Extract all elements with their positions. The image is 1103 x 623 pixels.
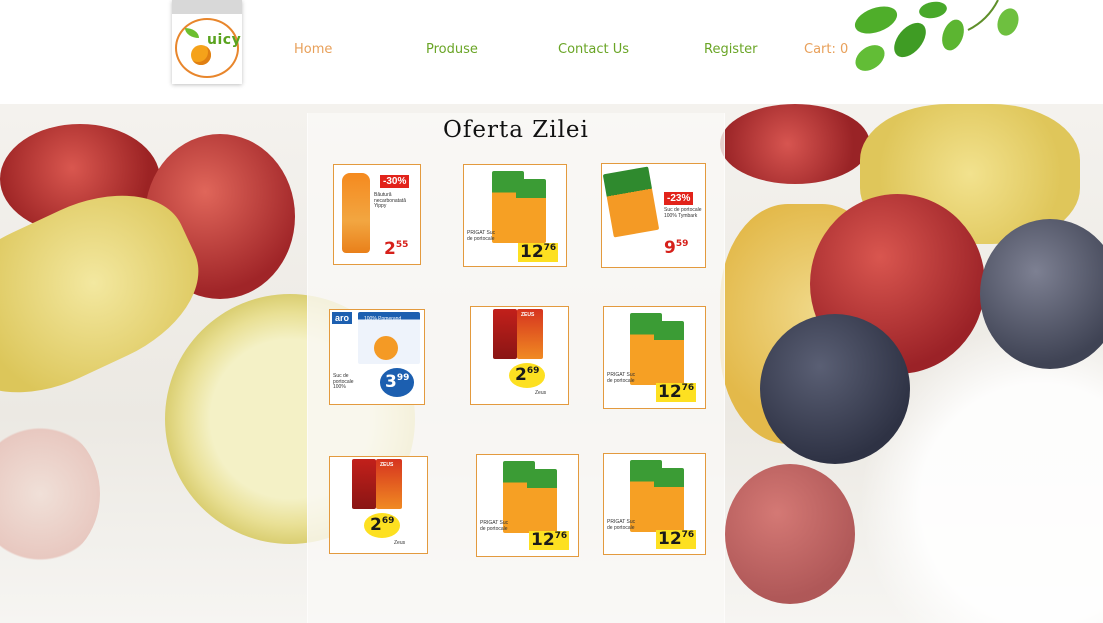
product-card[interactable]: ZEUS 269 Zeus (329, 456, 428, 554)
product-name: PRIGAT Suc de portocale (467, 230, 496, 242)
product-name: Suc de portocale 100% Tymbark (664, 207, 702, 219)
product-card[interactable]: -23% Suc de portocale 100% Tymbark 959 (601, 163, 706, 268)
raspberry-image (725, 464, 855, 604)
juice-carton-image (352, 459, 376, 509)
product-price: 269 (364, 513, 401, 538)
brand-label: ZEUS (380, 462, 394, 468)
nav-contact[interactable]: Contact Us (558, 42, 629, 57)
leaf-icon (185, 28, 199, 38)
blueberry-image (760, 314, 910, 464)
product-card[interactable]: ZEUS 269 Zeus (470, 306, 569, 405)
product-name: PRIGAT Suc de portocale (480, 520, 509, 532)
product-name: Băutură necarbonatată Yippy (374, 192, 406, 209)
product-card[interactable]: PRIGAT Suc de portocale 1276 (603, 453, 706, 555)
product-name: Suc de portocale 100% (333, 373, 354, 390)
brand-label: ZEUS (521, 312, 535, 318)
page-title: Oferta Zilei (443, 117, 589, 143)
discount-badge: -23% (664, 192, 694, 205)
juice-carton-image (654, 468, 684, 532)
product-card[interactable]: PRIGAT Suc de portocale 1276 (476, 454, 579, 557)
product-price: 1276 (529, 530, 570, 550)
juice-carton-image (527, 469, 557, 533)
offers-panel: Oferta Zilei -30% Băutură necarbonatată … (307, 113, 725, 623)
juice-carton-image (493, 309, 517, 359)
product-name: PRIGAT Suc de portocale (607, 519, 636, 531)
product-name: Zeus (394, 540, 406, 546)
blueberry-image (980, 219, 1103, 369)
leaves-decoration (854, 0, 1019, 71)
product-card[interactable]: PRIGAT Suc de portocale 1276 (603, 306, 706, 409)
product-card[interactable]: aro 100% Pomerand Suc de portocale 100% … (329, 309, 425, 405)
juice-carton-image (602, 166, 660, 238)
brand-label: aro (332, 312, 353, 324)
nav-cart[interactable]: Cart: 0 (804, 42, 848, 57)
product-price: 1276 (518, 242, 559, 262)
product-price: 399 (380, 368, 415, 397)
product-price: 1276 (656, 382, 697, 402)
juice-carton-image (516, 179, 546, 243)
bottle-image (342, 173, 370, 253)
raspberry-image (720, 104, 870, 184)
product-price: 959 (664, 238, 689, 258)
carton-label: 100% Pomerand (364, 316, 402, 322)
discount-badge: -30% (380, 175, 410, 188)
product-name: PRIGAT Suc de portocale (607, 372, 636, 384)
product-card[interactable]: -30% Băutură necarbonatată Yippy 255 (333, 164, 421, 265)
nav-home[interactable]: Home (294, 42, 332, 57)
site-header: uicy Home Produse Contact Us Register Ca… (0, 0, 1103, 104)
nav-register[interactable]: Register (704, 42, 758, 57)
fruit-image (0, 424, 100, 564)
product-name: Zeus (535, 390, 547, 396)
product-price: 1276 (656, 529, 697, 549)
product-card[interactable]: PRIGAT Suc de portocale 1276 (463, 164, 567, 267)
nav-produse[interactable]: Produse (426, 42, 478, 57)
product-price: 269 (509, 363, 546, 388)
orange-icon (374, 336, 398, 360)
juice-carton-image (654, 321, 684, 385)
product-price: 255 (384, 239, 409, 259)
